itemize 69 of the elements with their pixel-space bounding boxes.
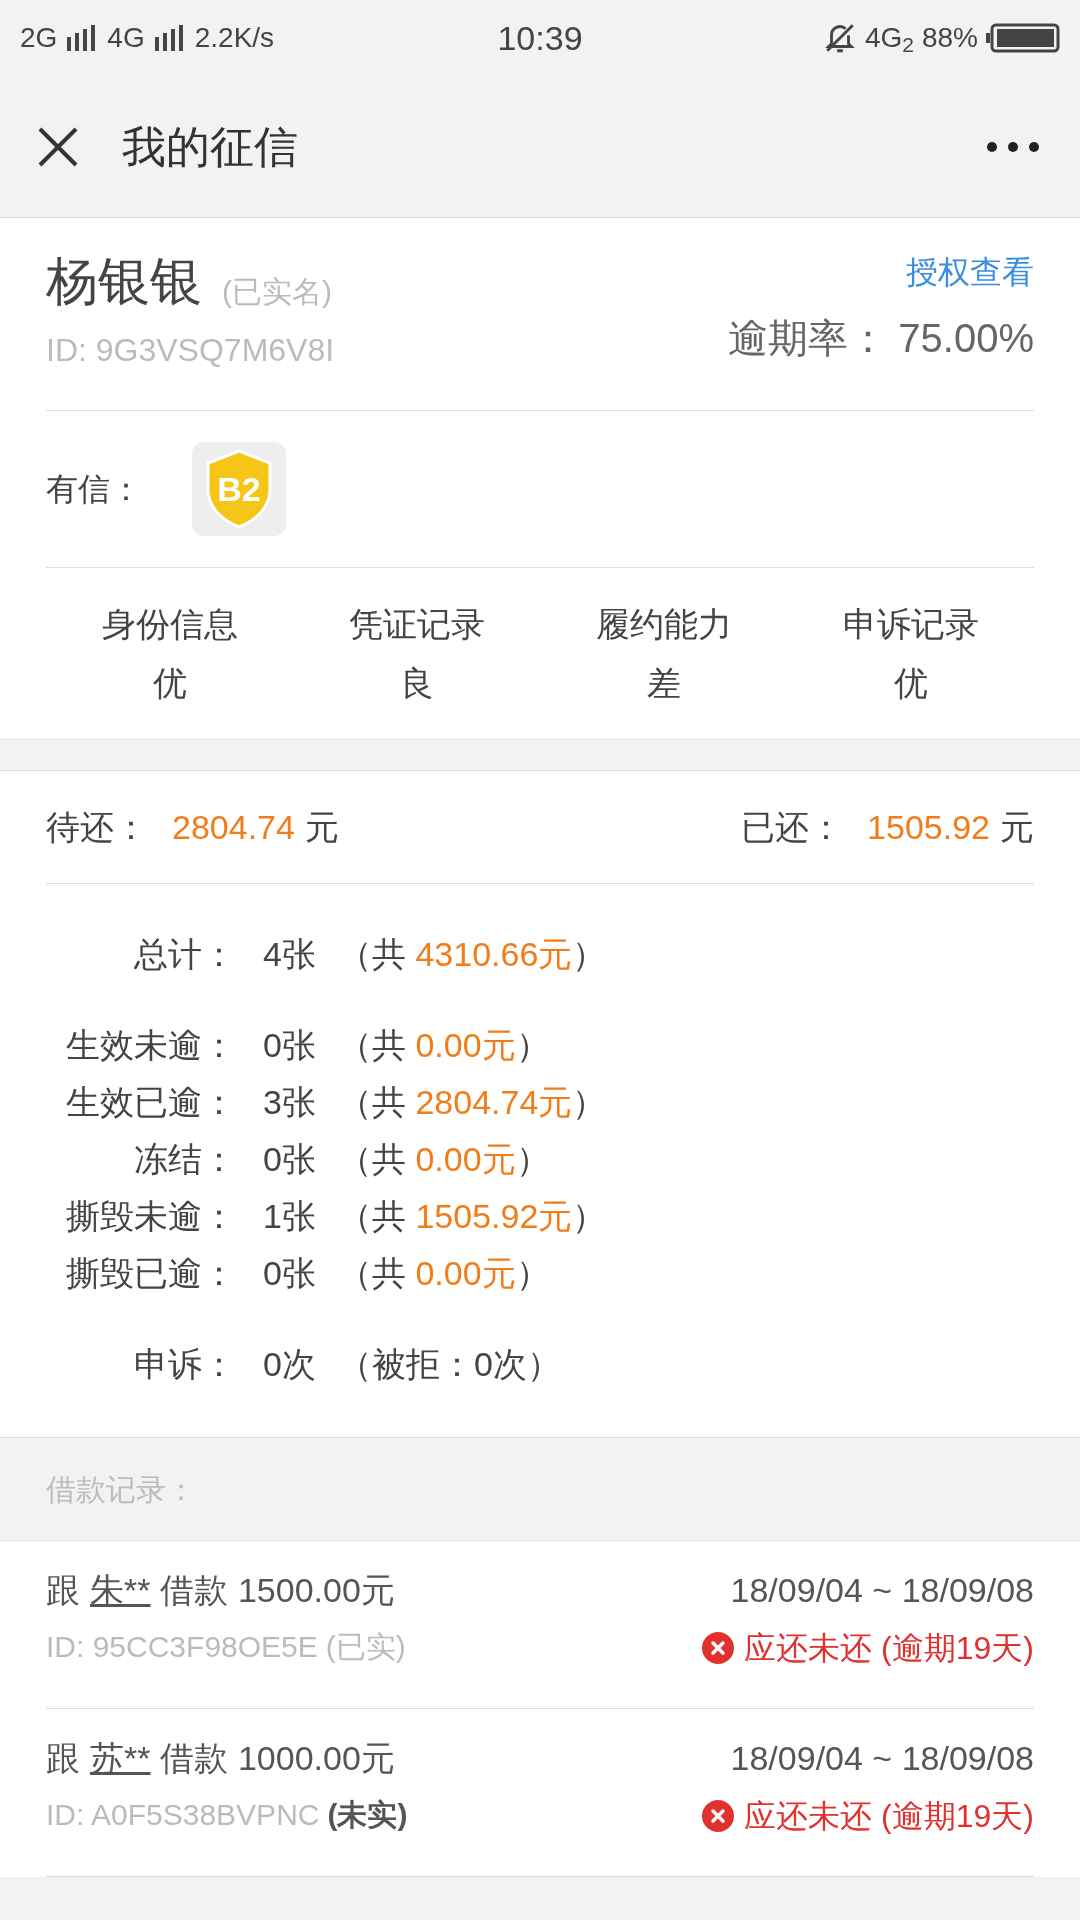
lender-link[interactable]: 朱** (90, 1565, 151, 1616)
rating-label: 凭证记录 (348, 603, 485, 645)
stat-count: 1张 (262, 1196, 316, 1237)
stat-count: 4张 (262, 934, 316, 975)
rating-value: 优 (152, 662, 187, 704)
overdue-status: 应还未还 (逾期19天) (744, 1629, 1034, 1668)
status-time: 10:39 (497, 17, 583, 59)
verified-label: (已实名) (222, 274, 332, 310)
stat-label: 撕毁未逾： (65, 1196, 236, 1237)
page-title: 我的征信 (122, 120, 298, 173)
battery-percent: 88% (921, 21, 978, 55)
paid-amount: 1505.92 (867, 806, 990, 848)
more-icon[interactable] (986, 140, 1040, 153)
pending-label: 待还： (46, 806, 148, 848)
rating-value: 差 (646, 662, 681, 704)
stat-amount: （共 1505.92元） (338, 1196, 607, 1237)
rating-label: 履约能力 (595, 603, 732, 645)
error-icon (702, 1632, 735, 1664)
stat-label: 申诉： (133, 1344, 236, 1385)
stat-count: 3张 (262, 1082, 316, 1123)
status-text: 2.2K/s (194, 21, 275, 55)
battery-icon (986, 23, 1060, 53)
record-prefix: 跟 (46, 1570, 80, 1611)
status-text: 2G (20, 21, 58, 55)
network-type: 4G$_{2}$ (864, 21, 914, 59)
stat-label: 生效已逾： (65, 1082, 236, 1123)
record-id: ID: A0F5S38BVPNC (46, 1797, 320, 1833)
user-name: 杨银银 (46, 251, 202, 312)
user-id: ID: 9G3VSQ7M6V8I (46, 331, 335, 370)
signal-icon (67, 25, 98, 51)
rating-label: 身份信息 (101, 603, 238, 645)
loan-amount: 借款 1000.00元 (160, 1738, 395, 1779)
stat-count: 0次 (262, 1344, 316, 1385)
lender-link[interactable]: 苏** (90, 1733, 151, 1784)
currency-unit: 元 (1000, 806, 1034, 848)
paid-label: 已还： (741, 806, 844, 848)
stat-count: 0张 (262, 1253, 316, 1294)
stat-count: 0张 (262, 1025, 316, 1066)
overdue-status: 应还未还 (逾期19天) (744, 1797, 1034, 1836)
credit-badge: B2 (192, 442, 286, 536)
appeal-detail: （被拒：0次） (338, 1344, 561, 1385)
stat-count: 0张 (262, 1139, 316, 1180)
record-prefix: 跟 (46, 1738, 80, 1779)
stat-label: 冻结： (133, 1139, 236, 1180)
rating-value: 良 (399, 662, 434, 704)
record-id: ID: 95CC3F98OE5E (46, 1629, 318, 1665)
currency-unit: 元 (304, 806, 339, 848)
verification-tag: (未实) (327, 1792, 408, 1837)
verification-tag: (已实) (325, 1624, 406, 1669)
signal-icon (154, 25, 185, 51)
overdue-rate-label: 逾期率： (728, 315, 889, 362)
error-icon (702, 1800, 735, 1832)
credit-label: 有信： (46, 470, 143, 509)
stat-label: 生效未逾： (65, 1025, 236, 1066)
loan-dates: 18/09/04 ~ 18/09/08 (730, 1570, 1034, 1611)
rating-value: 优 (893, 662, 928, 704)
stat-amount: （共 0.00元） (338, 1253, 550, 1294)
loan-dates: 18/09/04 ~ 18/09/08 (730, 1738, 1034, 1779)
status-text: 4G (107, 21, 145, 55)
stat-amount: （共 2804.74元） (338, 1082, 607, 1123)
stat-amount: （共 4310.66元） (338, 934, 607, 975)
stat-amount: （共 0.00元） (338, 1139, 550, 1180)
stat-label: 总计： (133, 934, 236, 975)
stat-label: 撕毁已逾： (65, 1253, 236, 1294)
overdue-rate: 75.00% (898, 315, 1034, 362)
loan-amount: 借款 1500.00元 (160, 1570, 395, 1611)
rating-label: 申诉记录 (842, 603, 979, 645)
pending-amount: 2804.74 (172, 806, 295, 848)
stat-amount: （共 0.00元） (338, 1025, 550, 1066)
